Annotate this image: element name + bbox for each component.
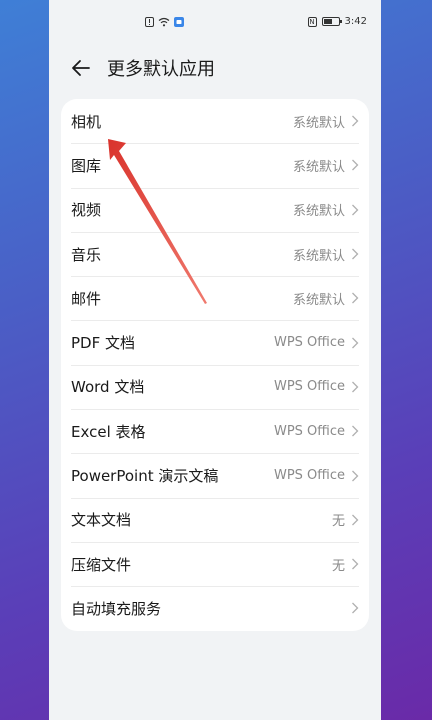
chevron-right-icon — [352, 470, 359, 481]
nfc-icon: N — [307, 16, 317, 27]
settings-row-excel[interactable]: Excel 表格 WPS Office — [61, 409, 369, 453]
row-value: 系统默认 — [292, 115, 345, 131]
row-label: 音乐 — [71, 245, 102, 264]
chevron-right-icon — [352, 248, 359, 260]
row-value: 系统默认 — [292, 292, 345, 308]
page-title: 更多默认应用 — [107, 59, 215, 80]
chevron-right-icon — [352, 159, 359, 171]
settings-row-video[interactable]: 视频 系统默认 — [61, 187, 369, 232]
row-value: 系统默认 — [292, 204, 345, 220]
phone-screen: N 3:42 更多默认应用 相机 系统默认 图库 系统默认 视频 系统默认 音乐… — [49, 0, 381, 720]
status-system-icons: N 3:42 — [307, 16, 367, 27]
battery-icon — [321, 17, 342, 26]
chevron-right-icon — [352, 425, 359, 437]
settings-row-autofill[interactable]: 自动填充服务 — [61, 586, 369, 630]
back-arrow-icon[interactable] — [69, 56, 93, 80]
row-value: 无 — [331, 558, 345, 574]
chevron-right-icon — [352, 558, 359, 570]
settings-row-powerpoint[interactable]: PowerPoint 演示文稿 WPS Office — [61, 453, 369, 497]
chevron-right-icon — [352, 115, 359, 127]
app-notification-icon — [174, 17, 184, 27]
settings-row-camera[interactable]: 相机 系统默认 — [61, 99, 369, 143]
row-value: 无 — [331, 514, 345, 530]
row-value: 系统默认 — [292, 159, 345, 175]
row-label: 图库 — [71, 156, 102, 175]
settings-row-music[interactable]: 音乐 系统默认 — [61, 231, 369, 276]
row-label: 压缩文件 — [71, 555, 132, 574]
row-value: WPS Office — [273, 468, 345, 484]
wifi-icon — [158, 17, 170, 27]
status-bar: N 3:42 — [49, 0, 381, 46]
row-label: 相机 — [71, 112, 102, 131]
row-label: PDF 文档 — [71, 334, 135, 353]
row-label: PowerPoint 演示文稿 — [71, 467, 219, 486]
chevron-right-icon — [352, 204, 359, 216]
row-label: 自动填充服务 — [71, 599, 162, 618]
row-label: 邮件 — [71, 289, 102, 308]
chevron-right-icon — [352, 292, 359, 304]
row-label: 文本文档 — [71, 511, 132, 530]
settings-row-archive[interactable]: 压缩文件 无 — [61, 541, 369, 586]
settings-row-pdf[interactable]: PDF 文档 WPS Office — [61, 320, 369, 364]
chevron-right-icon — [352, 514, 359, 526]
chevron-right-icon — [352, 337, 359, 349]
row-value: WPS Office — [273, 379, 345, 395]
row-label: 视频 — [71, 201, 102, 220]
row-label: Excel 表格 — [71, 422, 146, 441]
default-apps-list: 相机 系统默认 图库 系统默认 视频 系统默认 音乐 系统默认 邮件 系统默认 … — [61, 99, 369, 631]
row-value: 系统默认 — [292, 248, 345, 264]
row-label: Word 文档 — [71, 378, 145, 397]
row-value: WPS Office — [273, 335, 345, 351]
chevron-right-icon — [352, 381, 359, 393]
settings-row-mail[interactable]: 邮件 系统默认 — [61, 276, 369, 320]
status-notification-icons — [145, 17, 184, 27]
row-value: WPS Office — [273, 423, 345, 439]
alert-icon — [145, 17, 154, 27]
chevron-right-icon — [352, 602, 359, 614]
status-time: 3:42 — [344, 16, 367, 27]
settings-row-word[interactable]: Word 文档 WPS Office — [61, 364, 369, 409]
settings-row-text-document[interactable]: 文本文档 无 — [61, 497, 369, 542]
settings-row-gallery[interactable]: 图库 系统默认 — [61, 143, 369, 187]
page-header: 更多默认应用 — [49, 46, 381, 90]
